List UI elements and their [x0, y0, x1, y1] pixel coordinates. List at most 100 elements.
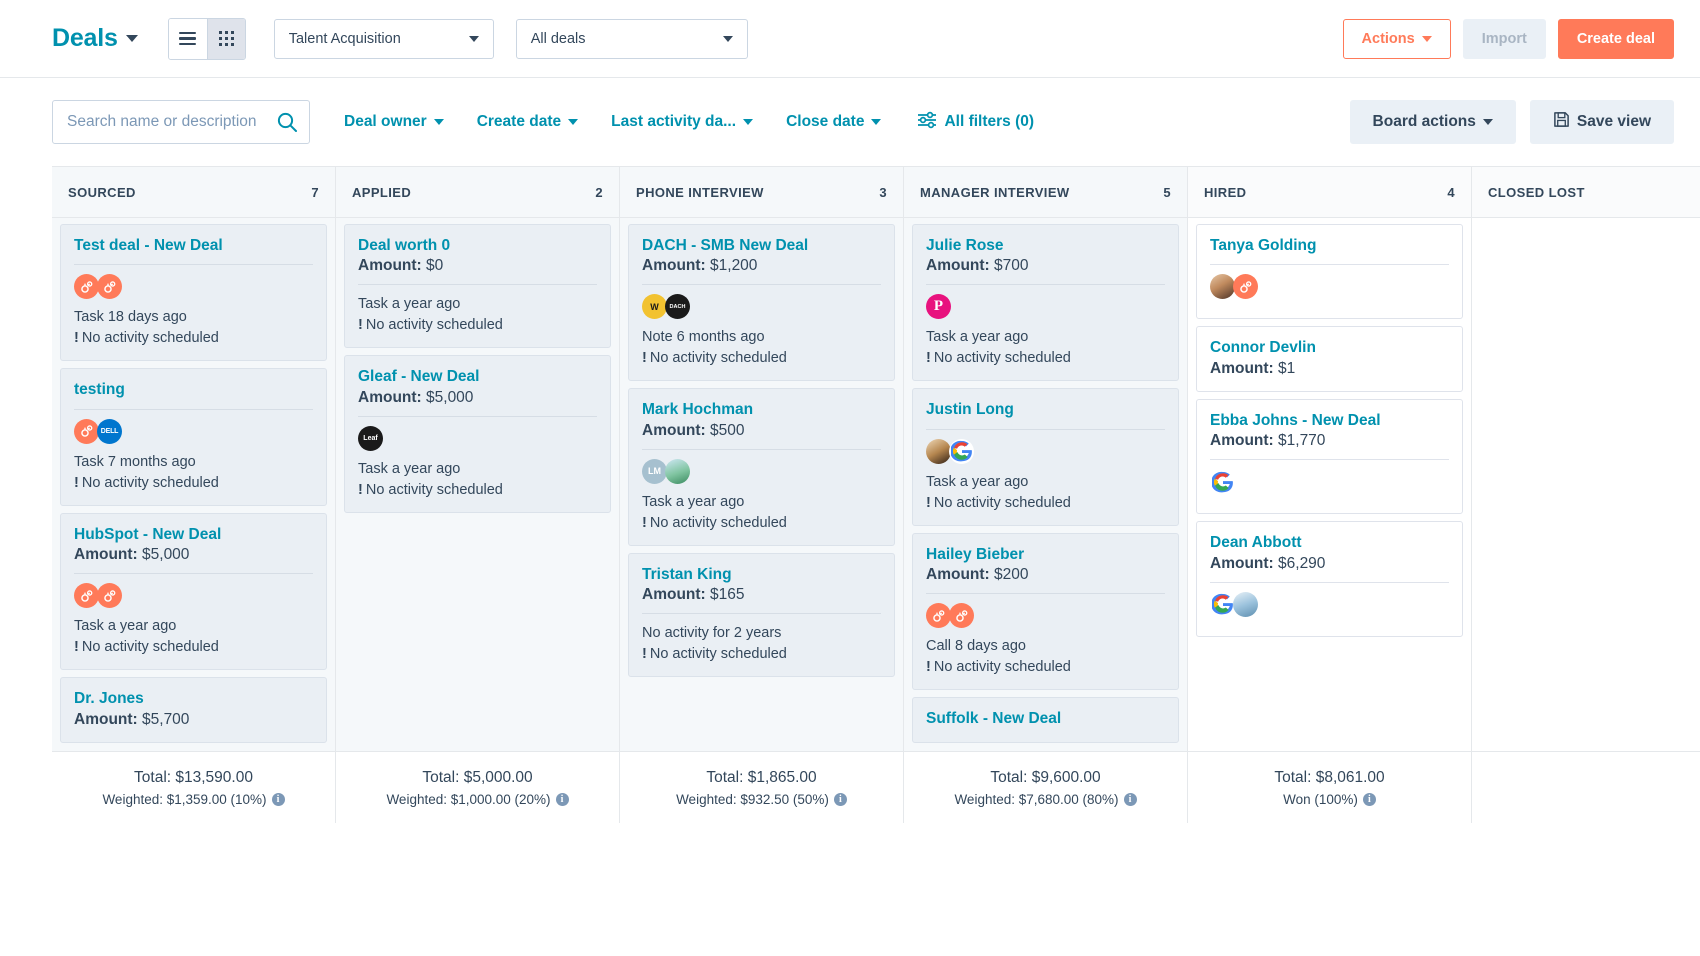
- deal-card-title[interactable]: Tanya Golding: [1210, 236, 1449, 255]
- deal-card-activity: No activity for 2 years: [642, 625, 782, 642]
- column-total-cell: Total: $9,600.00 Weighted: $7,680.00 (80%…: [904, 752, 1188, 823]
- all-filters-button[interactable]: All filters (0): [917, 111, 1034, 134]
- deal-card[interactable]: Dr. Jones Amount: $5,700: [60, 677, 327, 743]
- deal-card[interactable]: HubSpot - New Deal Amount: $5,000 Task a y…: [60, 512, 327, 671]
- deal-card-title[interactable]: Test deal - New Deal: [74, 236, 313, 255]
- deal-card-title[interactable]: Gleaf - New Deal: [358, 367, 597, 386]
- exclamation-icon: !: [642, 350, 647, 367]
- column-weighted-total-label: Weighted: $932.50 (50%): [676, 791, 829, 807]
- deal-card-no-activity-label: No activity scheduled: [365, 481, 503, 498]
- deal-card[interactable]: Dean Abbott Amount: $6,290: [1196, 521, 1463, 637]
- deal-card-title[interactable]: Suffolk - New Deal: [926, 709, 1165, 728]
- info-icon[interactable]: i: [271, 792, 285, 806]
- deal-card[interactable]: Tristan King Amount: $165 No activity for …: [628, 552, 895, 678]
- pipeline-select[interactable]: Talent Acquisition: [273, 18, 494, 59]
- deal-card-title[interactable]: Ebba Johns - New Deal: [1210, 411, 1449, 430]
- chevron-down-icon: [722, 35, 733, 42]
- board-column-sourced[interactable]: SOURCED 7 Test deal - New Deal Task 18 days…: [52, 166, 336, 751]
- board-column-hired[interactable]: HIRED 4 Tanya Golding Connor Devlin Amount: …: [1188, 166, 1472, 751]
- column-header: APPLIED 2: [336, 166, 619, 218]
- actions-button[interactable]: Actions: [1342, 18, 1451, 59]
- exclamation-icon: !: [642, 514, 647, 531]
- deal-card-title[interactable]: Deal worth 0: [358, 236, 597, 255]
- column-card-list[interactable]: Tanya Golding Connor Devlin Amount: $1 Ebba…: [1188, 218, 1471, 751]
- deal-card-title[interactable]: HubSpot - New Deal: [74, 525, 313, 544]
- deal-card-amount: Amount: $5,000: [74, 546, 313, 564]
- deal-card-title[interactable]: Tristan King: [642, 565, 881, 584]
- filter-close-date[interactable]: Close date: [786, 113, 882, 131]
- deal-card-title[interactable]: Connor Devlin: [1210, 338, 1449, 357]
- deal-card[interactable]: Deal worth 0 Amount: $0 Task a year ago! No…: [344, 224, 611, 349]
- board-column-phone-interview[interactable]: PHONE INTERVIEW 3 DACH - SMB New Deal Amoun…: [620, 166, 904, 751]
- deal-card-avatars: [926, 438, 1165, 464]
- deal-view-select[interactable]: All deals: [515, 18, 748, 59]
- deal-card-amount-value: $500: [710, 421, 745, 439]
- deal-card-amount: Amount: $1,770: [1210, 432, 1449, 450]
- info-icon[interactable]: i: [833, 792, 847, 806]
- column-card-list[interactable]: Julie Rose Amount: $700 P Task a year ago! N…: [904, 218, 1187, 751]
- board-actions-button[interactable]: Board actions: [1349, 100, 1516, 144]
- column-card-list[interactable]: DACH - SMB New Deal Amount: $1,200 W DACH No…: [620, 218, 903, 751]
- deal-card[interactable]: Tanya Golding: [1196, 224, 1463, 320]
- deal-card-amount: Amount: $5,700: [74, 711, 313, 729]
- search-box[interactable]: [52, 100, 310, 144]
- deal-card-title[interactable]: Justin Long: [926, 400, 1165, 419]
- deal-card[interactable]: Mark Hochman Amount: $500 LM Task a year ag…: [628, 388, 895, 546]
- deal-card-no-activity: ! No activity scheduled: [358, 480, 597, 501]
- deal-card-title[interactable]: Julie Rose: [926, 236, 1165, 255]
- column-header-count: 7: [311, 184, 319, 200]
- deal-card[interactable]: Suffolk - New Deal: [912, 697, 1179, 743]
- column-weighted-total-label: Weighted: $7,680.00 (80%): [954, 791, 1119, 807]
- column-card-list[interactable]: Test deal - New Deal Task 18 days ago! No …: [52, 218, 335, 751]
- board-view-button[interactable]: [206, 18, 245, 59]
- deal-card[interactable]: Gleaf - New Deal Amount: $5,000 Leaf Task a…: [344, 355, 611, 513]
- column-card-list[interactable]: [1472, 218, 1700, 751]
- deal-card[interactable]: Test deal - New Deal Task 18 days ago! No …: [60, 224, 327, 362]
- deal-card-title[interactable]: DACH - SMB New Deal: [642, 236, 881, 255]
- deal-card-title[interactable]: Mark Hochman: [642, 400, 881, 419]
- search-input[interactable]: [52, 100, 310, 144]
- deal-card-activity: Task 18 days ago: [74, 309, 187, 326]
- chevron-down-icon: [871, 119, 882, 125]
- deal-card-title[interactable]: testing: [74, 380, 313, 399]
- deal-card-no-activity-label: No activity scheduled: [365, 317, 503, 334]
- search-icon[interactable]: [276, 111, 298, 133]
- board-column-closed-lost[interactable]: CLOSED LOST: [1472, 166, 1700, 751]
- save-view-button[interactable]: Save view: [1529, 100, 1674, 144]
- column-header-name: PHONE INTERVIEW: [636, 184, 764, 200]
- column-weighted-total: Weighted: $932.50 (50%) i: [676, 792, 847, 807]
- column-card-list[interactable]: Deal worth 0 Amount: $0 Task a year ago! No…: [336, 218, 619, 751]
- info-icon[interactable]: i: [1362, 792, 1376, 806]
- deal-card[interactable]: DACH - SMB New Deal Amount: $1,200 W DACH No…: [628, 224, 895, 382]
- import-button[interactable]: Import: [1462, 18, 1546, 59]
- deal-board-scroll-area[interactable]: SOURCED 7 Test deal - New Deal Task 18 days…: [52, 166, 1700, 751]
- page-title-dropdown[interactable]: Deals: [52, 24, 138, 53]
- deal-card-avatars: [1210, 469, 1449, 495]
- deal-card[interactable]: Hailey Bieber Amount: $200 Call 8 days ago…: [912, 532, 1179, 691]
- deal-card[interactable]: Connor Devlin Amount: $1: [1196, 326, 1463, 392]
- info-icon[interactable]: i: [555, 792, 569, 806]
- deal-card[interactable]: Justin Long Task a year ago! No activity s…: [912, 388, 1179, 526]
- deal-card[interactable]: testing DELL Task 7 months ago! No activity…: [60, 368, 327, 506]
- filter-create-date[interactable]: Create date: [477, 113, 579, 131]
- filter-last-activity-date[interactable]: Last activity da...: [611, 113, 754, 131]
- deal-card[interactable]: Julie Rose Amount: $700 P Task a year ago! N…: [912, 224, 1179, 382]
- view-toggle-group[interactable]: [167, 17, 246, 60]
- info-icon[interactable]: i: [1123, 792, 1137, 806]
- board-column-manager-interview[interactable]: MANAGER INTERVIEW 5 Julie Rose Amount: $700…: [904, 166, 1188, 751]
- create-deal-button[interactable]: Create deal: [1557, 18, 1674, 59]
- deal-card-no-activity: ! No activity scheduled: [926, 657, 1165, 678]
- deal-card-amount-value: $6,290: [1278, 554, 1326, 572]
- deal-card-title[interactable]: Dean Abbott: [1210, 533, 1449, 552]
- column-header-count: 2: [595, 184, 603, 200]
- deal-card-activity: Task 7 months ago: [74, 453, 196, 470]
- deal-card[interactable]: Ebba Johns - New Deal Amount: $1,770: [1196, 398, 1463, 515]
- column-total-cell: Total: $13,590.00 Weighted: $1,359.00 (10…: [52, 752, 336, 823]
- board-column-applied[interactable]: APPLIED 2 Deal worth 0 Amount: $0 Task a yea…: [336, 166, 620, 751]
- list-view-button[interactable]: [168, 18, 207, 59]
- deal-card-title[interactable]: Hailey Bieber: [926, 545, 1165, 564]
- column-weighted-total: Weighted: $1,000.00 (20%) i: [386, 792, 569, 807]
- filter-deal-owner[interactable]: Deal owner: [344, 113, 444, 131]
- deal-card-title[interactable]: Dr. Jones: [74, 689, 313, 708]
- column-weighted-total: Weighted: $1,359.00 (10%) i: [102, 792, 285, 807]
